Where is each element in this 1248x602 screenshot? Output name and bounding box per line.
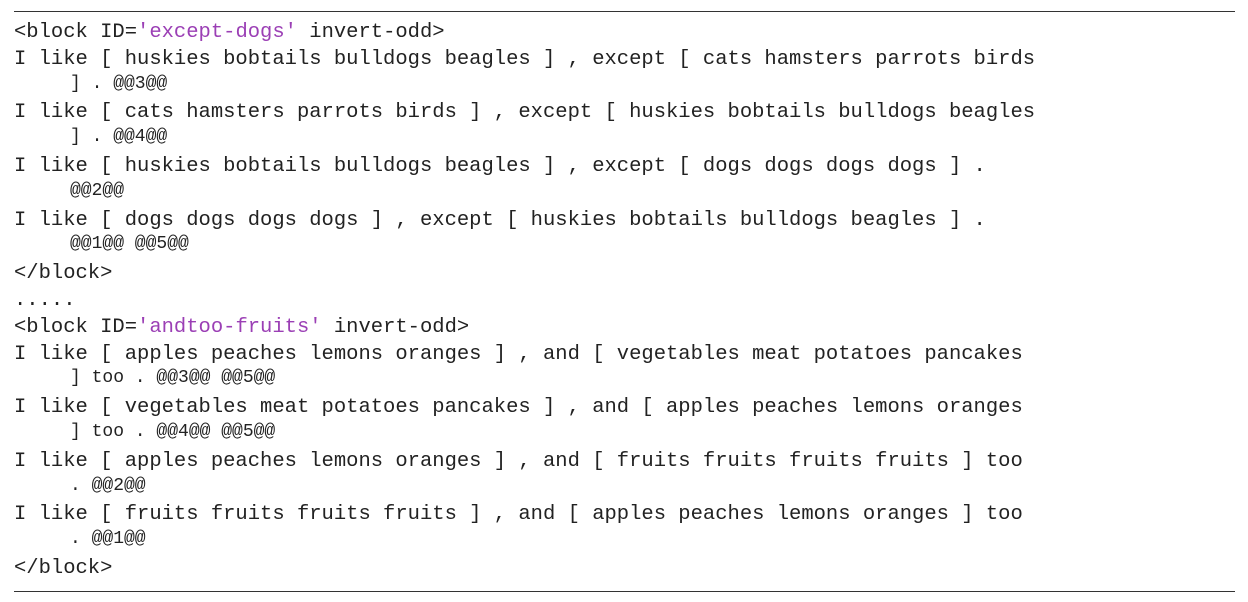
code-line: I like [ vegetables meat potatoes pancak…: [14, 396, 1023, 420]
code-listing: <block ID='except-dogs' invert-odd> I li…: [14, 20, 1235, 583]
code-line-continuation: ] . @@4@@: [70, 127, 168, 148]
code-line-continuation: @@2@@: [70, 180, 125, 201]
block-open-prefix: <block ID=: [14, 21, 138, 44]
block-close-line: </block>: [14, 556, 113, 580]
block-open-suffix: invert-odd>: [321, 315, 470, 339]
block-id-string: 'andtoo-fruits': [137, 315, 322, 339]
code-line: I like [ cats hamsters parrots birds ] ,…: [14, 101, 1036, 125]
code-line: I like [ huskies bobtails bulldogs beagl…: [14, 47, 1036, 71]
block-open-line: <block ID='andtoo-fruits' invert-odd>: [14, 315, 1235, 342]
bottom-rule: [14, 591, 1235, 592]
separator-line: .....: [14, 288, 76, 312]
block-close-line: </block>: [14, 262, 113, 286]
code-line-continuation: @@1@@ @@5@@: [70, 234, 189, 255]
code-line: I like [ dogs dogs dogs dogs ] , except …: [14, 208, 986, 232]
code-line: I like [ apples peaches lemons oranges ]…: [14, 342, 1023, 366]
top-rule: [14, 11, 1235, 12]
code-line: I like [ huskies bobtails bulldogs beagl…: [14, 154, 986, 178]
block-open-prefix: <block ID=: [14, 315, 138, 339]
code-line: I like [ fruits fruits fruits fruits ] ,…: [14, 503, 1023, 527]
code-line-continuation: . @@2@@: [70, 475, 146, 496]
block-open-line: <block ID='except-dogs' invert-odd>: [14, 20, 1235, 47]
code-line-continuation: ] . @@3@@: [70, 73, 168, 94]
code-line-continuation: . @@1@@: [70, 529, 146, 550]
code-line: I like [ apples peaches lemons oranges ]…: [14, 449, 1023, 473]
block-open-suffix: invert-odd>: [296, 21, 445, 44]
code-line-continuation: ] too . @@4@@ @@5@@: [70, 421, 276, 442]
block-id-string: 'except-dogs': [137, 21, 297, 44]
code-line-continuation: ] too . @@3@@ @@5@@: [70, 368, 276, 389]
